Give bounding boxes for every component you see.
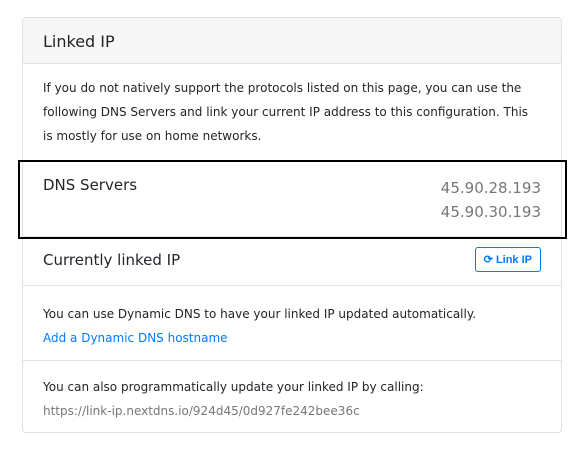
link-ip-button-label: Link IP — [495, 254, 532, 266]
dynamic-dns-text: You can use Dynamic DNS to have your lin… — [43, 307, 477, 321]
card-title: Linked IP — [23, 18, 561, 64]
intro-text: If you do not natively support the proto… — [23, 64, 561, 162]
api-text: You can also programmatically update you… — [43, 380, 424, 394]
api-section: You can also programmatically update you… — [23, 361, 561, 423]
linked-ip-row: Currently linked IP ⟳ Link IP — [23, 237, 561, 286]
dynamic-dns-section: You can use Dynamic DNS to have your lin… — [23, 286, 561, 361]
refresh-icon: ⟳ — [483, 254, 493, 266]
link-ip-button[interactable]: ⟳ Link IP — [474, 247, 541, 272]
linked-ip-label: Currently linked IP — [43, 251, 181, 269]
add-ddns-link[interactable]: Add a Dynamic DNS hostname — [43, 331, 228, 345]
link-ip-url[interactable]: https://link-ip.nextdns.io/924d45/0d927f… — [43, 399, 541, 423]
highlight-box — [18, 160, 567, 239]
